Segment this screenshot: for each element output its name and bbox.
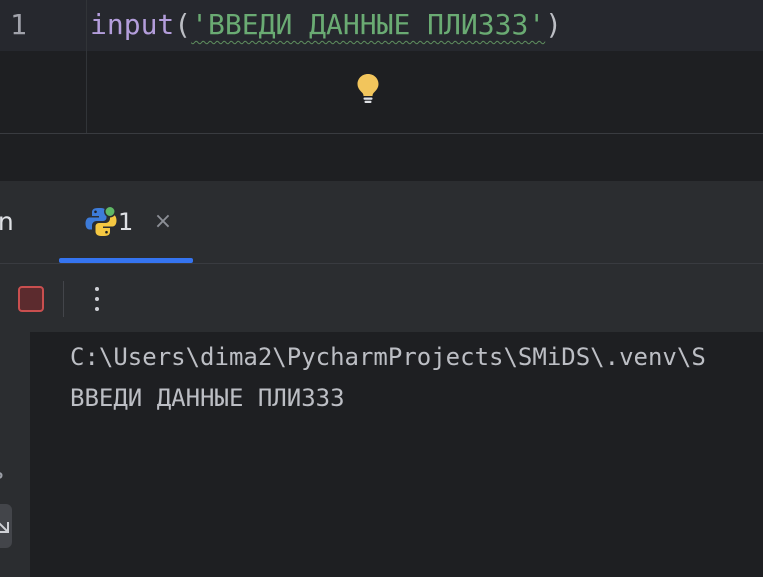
python-icon <box>85 205 117 236</box>
scroll-to-end-icon[interactable] <box>0 504 12 548</box>
more-dot <box>95 297 99 301</box>
code-string-literal: 'ВВЕДИ ДАННЫЕ ПЛИЗ33' <box>191 8 546 41</box>
code-close-paren: ) <box>545 8 563 41</box>
code-line-1[interactable]: input('ВВЕДИ ДАННЫЕ ПЛИЗ33') <box>90 4 562 46</box>
ide-window: 1 input('ВВЕДИ ДАННЫЕ ПЛИЗ33') un 1 × ъ <box>0 0 763 577</box>
more-vertical-icon[interactable] <box>84 283 110 315</box>
close-icon[interactable]: × <box>152 210 174 234</box>
more-dot <box>95 287 99 291</box>
code-open-paren: ( <box>174 8 192 41</box>
code-editor[interactable]: 1 input('ВВЕДИ ДАННЫЕ ПЛИЗ33') <box>0 0 763 133</box>
soft-wrap-icon[interactable]: ъ <box>0 458 10 488</box>
code-function-name: input <box>90 8 175 41</box>
tab-label: 1 <box>118 208 134 236</box>
lightbulb-icon[interactable] <box>355 72 381 104</box>
run-tool-window-title: un <box>0 207 14 236</box>
console-output[interactable]: C:\Users\dima2\PycharmProjects\SMiDS\.ve… <box>30 332 763 577</box>
stop-button[interactable] <box>18 286 44 312</box>
gutter-divider <box>86 0 87 133</box>
run-toolbar <box>0 264 763 332</box>
console-line-command: C:\Users\dima2\PycharmProjects\SMiDS\.ve… <box>70 343 706 371</box>
more-dot <box>95 307 99 311</box>
toolbar-separator <box>63 281 64 317</box>
console-line-output: ВВЕДИ ДАННЫЕ ПЛИЗ33 <box>70 384 345 412</box>
line-number: 1 <box>10 8 27 41</box>
scroll-to-end-glyph <box>0 522 9 533</box>
editor-empty-area <box>0 134 763 181</box>
